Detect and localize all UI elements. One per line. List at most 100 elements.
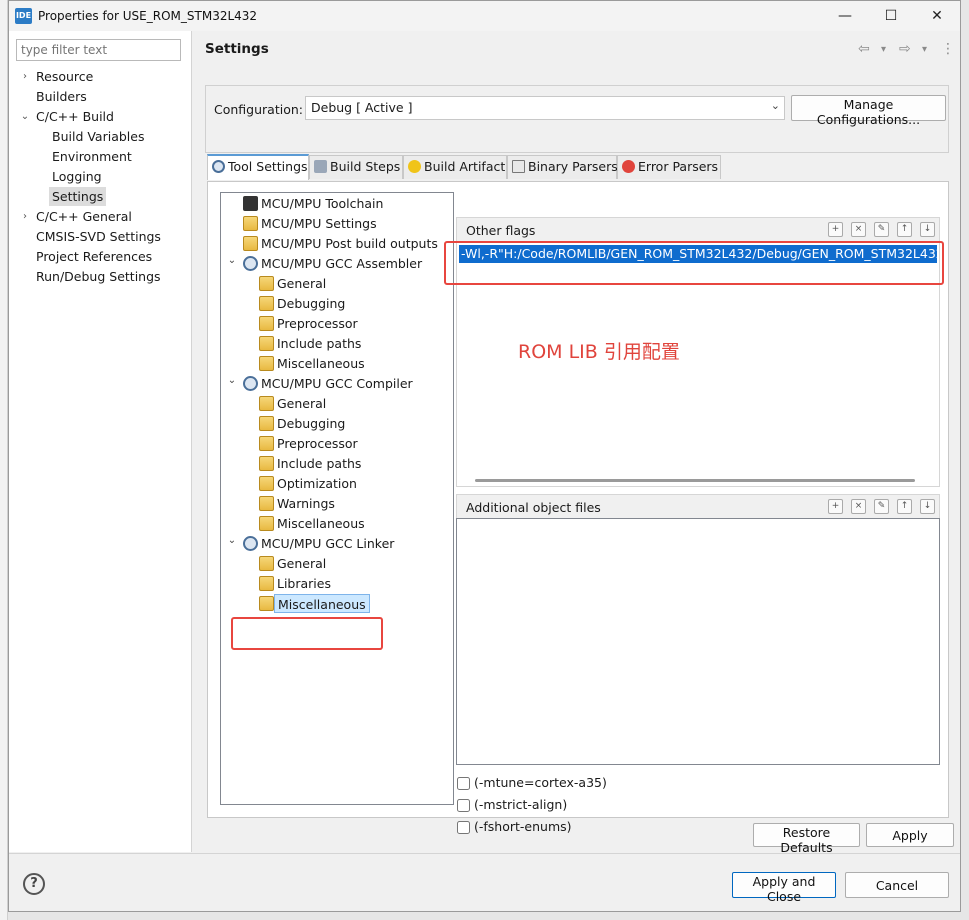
- sidebar-item-resource[interactable]: Resource: [36, 67, 93, 86]
- collapse-compiler-icon[interactable]: ⌄: [226, 375, 238, 386]
- sidebar-item-cpp-general[interactable]: C/C++ General: [36, 207, 132, 226]
- tree-item-cc-include-paths[interactable]: Include paths: [277, 454, 361, 473]
- fshort-enums-checkbox[interactable]: [457, 821, 470, 834]
- maximize-button[interactable]: ☐: [868, 1, 914, 31]
- tool-tree: MCU/MPU Toolchain MCU/MPU Settings MCU/M…: [220, 192, 454, 805]
- tree-item-cc-general[interactable]: General: [277, 394, 326, 413]
- tool-gear-icon: [243, 256, 258, 271]
- manage-configurations-button[interactable]: Manage Configurations...: [791, 95, 946, 127]
- folder-gear-icon: [259, 596, 274, 611]
- mtune-option[interactable]: (-mtune=cortex-a35): [457, 774, 607, 794]
- edit-icon[interactable]: ✎: [874, 222, 889, 237]
- tree-item-asm-debugging[interactable]: Debugging: [277, 294, 345, 313]
- forward-arrow-icon[interactable]: ⇨: [899, 41, 911, 57]
- folder-gear-icon: [259, 316, 274, 331]
- tool-gear-icon: [243, 376, 258, 391]
- folder-gear-icon: [259, 496, 274, 511]
- collapse-linker-icon[interactable]: ⌄: [226, 535, 238, 546]
- minimize-button[interactable]: —: [822, 1, 868, 31]
- help-icon[interactable]: ?: [23, 873, 45, 895]
- folder-gear-icon: [259, 336, 274, 351]
- more-options-icon[interactable]: ⋮: [941, 41, 955, 57]
- expand-resource-icon[interactable]: ›: [19, 67, 31, 86]
- sidebar-item-run-debug[interactable]: Run/Debug Settings: [36, 267, 161, 286]
- add-icon[interactable]: +: [828, 222, 843, 237]
- folder-gear-icon: [259, 276, 274, 291]
- folder-gear-icon: [259, 516, 274, 531]
- tree-item-post-build[interactable]: MCU/MPU Post build outputs: [261, 234, 438, 253]
- binary-parsers-icon: [512, 160, 525, 173]
- forward-menu-chevron-icon[interactable]: ▾: [922, 44, 927, 55]
- folder-gear-icon: [259, 556, 274, 571]
- tree-item-asm-general[interactable]: General: [277, 274, 326, 293]
- back-menu-chevron-icon[interactable]: ▾: [881, 44, 886, 55]
- build-steps-icon: [314, 160, 327, 173]
- tree-item-asm-preprocessor[interactable]: Preprocessor: [277, 314, 358, 333]
- tab-build-artifact[interactable]: Build Artifact: [403, 155, 507, 179]
- move-up-icon[interactable]: ↑: [897, 222, 912, 237]
- sidebar-item-build-variables[interactable]: Build Variables: [52, 127, 144, 146]
- cancel-button[interactable]: Cancel: [845, 872, 949, 898]
- filter-input[interactable]: [16, 39, 181, 61]
- tree-item-ld-general[interactable]: General: [277, 554, 326, 573]
- move-up-icon[interactable]: ↑: [897, 499, 912, 514]
- mstrict-align-option[interactable]: (-mstrict-align): [457, 796, 567, 816]
- tab-build-steps[interactable]: Build Steps: [309, 155, 403, 179]
- tree-item-cc-miscellaneous[interactable]: Miscellaneous: [277, 514, 365, 533]
- move-down-icon[interactable]: ↓: [920, 222, 935, 237]
- collapse-assembler-icon[interactable]: ⌄: [226, 255, 238, 266]
- back-arrow-icon[interactable]: ⇦: [858, 41, 870, 57]
- mstrict-align-checkbox[interactable]: [457, 799, 470, 812]
- sidebar-item-environment[interactable]: Environment: [52, 147, 132, 166]
- tree-item-compiler[interactable]: MCU/MPU GCC Compiler: [261, 374, 413, 393]
- tab-tool-settings[interactable]: Tool Settings: [207, 154, 309, 180]
- folder-gear-icon: [259, 576, 274, 591]
- sidebar-item-settings[interactable]: Settings: [49, 187, 107, 206]
- folder-gear-icon: [259, 436, 274, 451]
- tree-item-cc-preprocessor[interactable]: Preprocessor: [277, 434, 358, 453]
- sidebar-item-builders[interactable]: Builders: [36, 87, 87, 106]
- tree-item-linker[interactable]: MCU/MPU GCC Linker: [261, 534, 394, 553]
- tree-item-toolchain[interactable]: MCU/MPU Toolchain: [261, 194, 383, 213]
- tree-item-asm-miscellaneous[interactable]: Miscellaneous: [277, 354, 365, 373]
- move-down-icon[interactable]: ↓: [920, 499, 935, 514]
- sidebar-item-cpp-build[interactable]: C/C++ Build: [36, 107, 114, 126]
- build-artifact-icon: [408, 160, 421, 173]
- properties-dialog: IDE Properties for USE_ROM_STM32L432 — ☐…: [8, 0, 961, 912]
- apply-button[interactable]: Apply: [866, 823, 954, 847]
- apply-and-close-button[interactable]: Apply and Close: [732, 872, 836, 904]
- sidebar-item-project-references[interactable]: Project References: [36, 247, 152, 266]
- folder-gear-icon: [259, 456, 274, 471]
- additional-objects-list[interactable]: [456, 518, 940, 765]
- delete-icon[interactable]: ×: [851, 499, 866, 514]
- delete-icon[interactable]: ×: [851, 222, 866, 237]
- expand-general-icon[interactable]: ›: [19, 207, 31, 226]
- mtune-checkbox[interactable]: [457, 777, 470, 790]
- tree-item-ld-miscellaneous[interactable]: Miscellaneous: [274, 594, 370, 613]
- sidebar-item-cmsis-svd[interactable]: CMSIS-SVD Settings: [36, 227, 161, 246]
- tree-item-cc-warnings[interactable]: Warnings: [277, 494, 335, 513]
- edit-icon[interactable]: ✎: [874, 499, 889, 514]
- tree-item-cc-optimization[interactable]: Optimization: [277, 474, 357, 493]
- configuration-select[interactable]: Debug [ Active ] ⌄: [305, 96, 785, 120]
- tree-item-ld-libraries[interactable]: Libraries: [277, 574, 331, 593]
- sidebar-item-logging[interactable]: Logging: [52, 167, 102, 186]
- other-flags-header: Other flags + × ✎ ↑ ↓: [456, 217, 940, 241]
- additional-objects-group: Additional object files + × ✎ ↑ ↓: [456, 494, 940, 769]
- tab-binary-parsers[interactable]: Binary Parsers: [507, 155, 618, 179]
- close-button[interactable]: ✕: [914, 1, 960, 31]
- tree-item-asm-include-paths[interactable]: Include paths: [277, 334, 361, 353]
- add-icon[interactable]: +: [828, 499, 843, 514]
- tab-error-parsers[interactable]: Error Parsers: [617, 155, 721, 179]
- tab-label: Build Artifact: [424, 159, 506, 174]
- highlight-box-other-flags: [444, 241, 944, 285]
- restore-defaults-button[interactable]: Restore Defaults: [753, 823, 860, 855]
- horizontal-scrollbar[interactable]: [475, 479, 915, 482]
- tree-item-mcu-settings[interactable]: MCU/MPU Settings: [261, 214, 377, 233]
- fshort-enums-option[interactable]: (-fshort-enums): [457, 818, 572, 838]
- collapse-build-icon[interactable]: ⌄: [19, 107, 31, 126]
- tree-item-cc-debugging[interactable]: Debugging: [277, 414, 345, 433]
- ide-app-icon: IDE: [15, 8, 32, 24]
- tree-item-assembler[interactable]: MCU/MPU GCC Assembler: [261, 254, 422, 273]
- additional-objects-toolbar: + × ✎ ↑ ↓: [820, 499, 935, 514]
